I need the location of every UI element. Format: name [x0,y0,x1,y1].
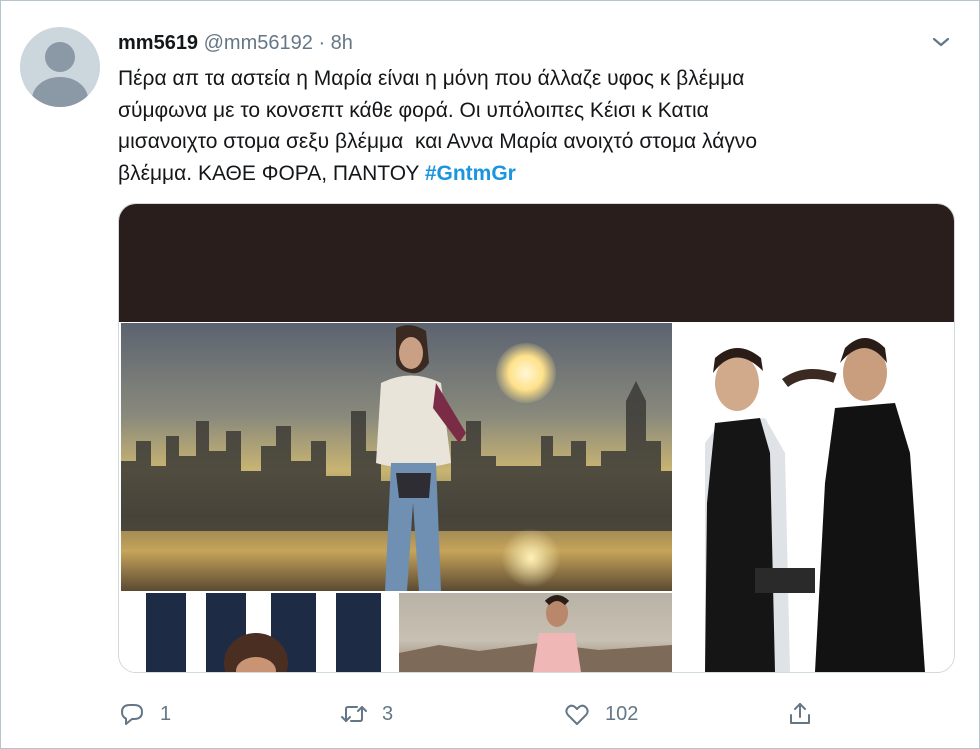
tweet-header: mm5619 @mm56192 · 8h [118,30,353,56]
hashtag-link[interactable]: #GntmGr [425,162,516,185]
retweet-button[interactable]: 3 [340,700,393,728]
retweet-icon [341,706,367,722]
like-count: 102 [605,702,639,725]
chevron-down-icon[interactable] [929,30,953,54]
media-image-city-model[interactable] [121,323,672,591]
media-image-dark-banner[interactable] [119,204,954,322]
tweet-text: Πέρα απ τα αστεία η Μαρία είναι η μόνη π… [118,63,938,189]
tweet-timestamp[interactable]: 8h [331,32,353,54]
like-button[interactable]: 102 [563,700,638,728]
reply-icon [121,704,143,725]
default-avatar-icon[interactable] [20,27,100,107]
media-image-logo-model[interactable] [121,593,396,672]
tweet-actions: 1 3 102 [118,700,838,728]
heart-icon [565,704,589,725]
share-icon [790,703,810,724]
media-image-two-models[interactable] [675,323,954,672]
display-name[interactable]: mm5619 [118,32,198,54]
media-image-desert-model[interactable] [399,593,672,672]
reply-count: 1 [160,702,172,725]
header-separator: · [318,32,326,54]
media-grid[interactable] [118,203,955,673]
user-handle[interactable]: @mm56192 [204,32,313,54]
retweet-count: 3 [382,702,394,725]
reply-button[interactable]: 1 [118,700,171,728]
tweet[interactable]: mm5619 @mm56192 · 8h Πέρα απ τα αστεία η… [0,0,978,747]
share-button[interactable] [786,700,814,728]
